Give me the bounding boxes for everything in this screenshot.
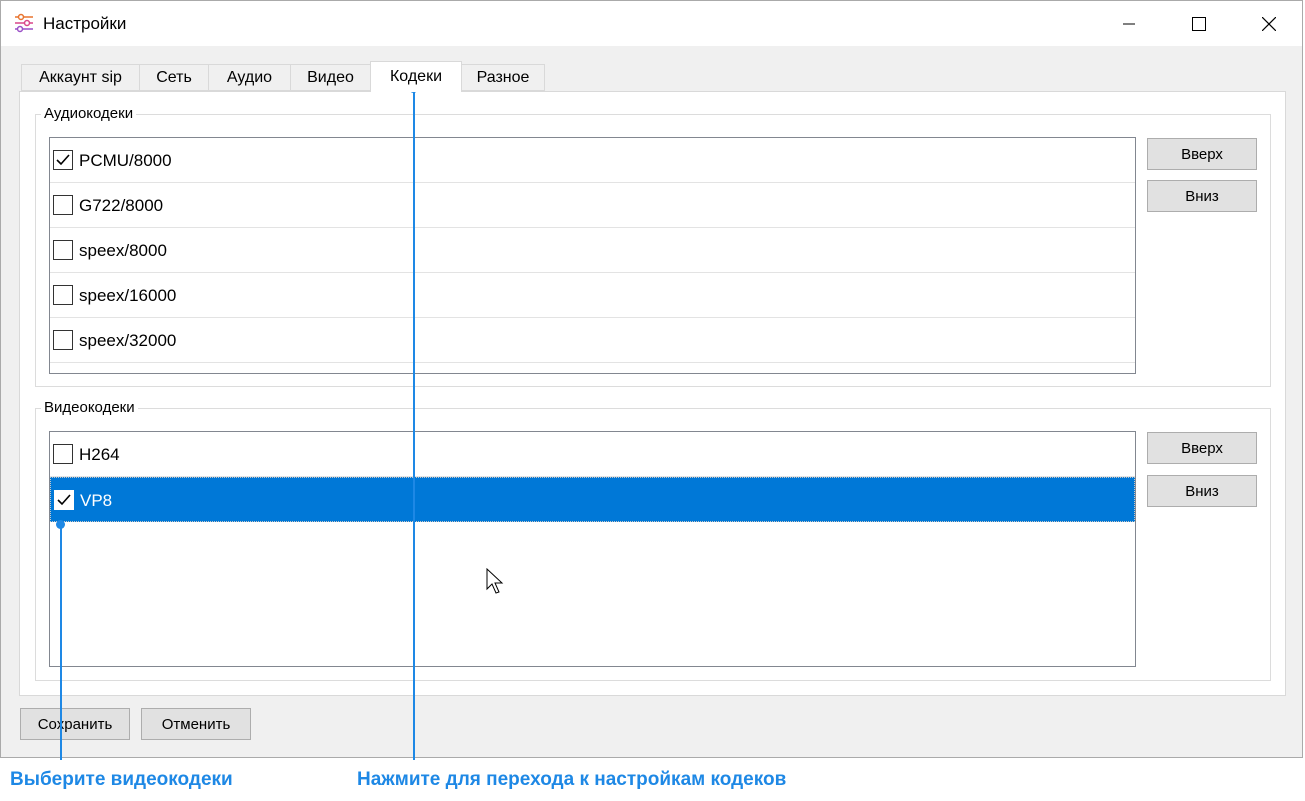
audio-codec-row[interactable]: speex/8000 — [50, 228, 1135, 273]
save-button[interactable]: Сохранить — [20, 708, 130, 740]
video-codec-row[interactable]: H264 — [50, 432, 1135, 477]
audio-move-down-button[interactable]: Вниз — [1147, 180, 1257, 212]
audio-codec-label: speex/16000 — [79, 286, 177, 305]
tab-label: Кодеки — [389, 68, 443, 85]
tab-misc[interactable]: Разное — [461, 64, 545, 91]
minimize-button[interactable] — [1094, 1, 1164, 46]
tab-label: Видео — [307, 68, 354, 86]
audio-codecs-list[interactable]: PCMU/8000 G722/8000 speex/8000 speex/160… — [49, 137, 1136, 374]
title-bar: Настройки — [1, 1, 1302, 46]
audio-codec-checkbox[interactable] — [53, 330, 73, 350]
close-icon — [1262, 16, 1276, 31]
audio-codec-label: G722/8000 — [79, 196, 164, 215]
video-codec-checkbox[interactable] — [54, 490, 74, 510]
codecs-tab-hint: Нажмите для перехода к настройкам кодеко… — [357, 769, 787, 790]
checkmark-icon — [56, 154, 70, 166]
video-codecs-group-label: Видеокодеки — [41, 399, 138, 416]
video-codec-label: VP8 — [80, 491, 113, 510]
settings-sliders-icon — [13, 12, 35, 34]
tab-network[interactable]: Сеть — [139, 64, 209, 91]
audio-codec-label: PCMU/8000 — [79, 151, 172, 170]
audio-codecs-group-label: Аудиокодеки — [41, 105, 137, 122]
video-codecs-list[interactable]: H264 VP8 — [49, 431, 1136, 667]
maximize-button[interactable] — [1164, 1, 1234, 46]
tab-codecs[interactable]: Кодеки — [370, 61, 462, 92]
settings-window: Настройки Аккаунт sip Сеть Аудио Видео К… — [0, 0, 1303, 758]
tab-sip-account[interactable]: Аккаунт sip — [21, 64, 140, 91]
maximize-icon — [1192, 16, 1206, 31]
audio-codec-row[interactable]: G722/8000 — [50, 183, 1135, 228]
audio-codec-checkbox[interactable] — [53, 240, 73, 260]
tab-label: Аккаунт sip — [39, 68, 122, 86]
tab-audio[interactable]: Аудио — [208, 64, 291, 91]
audio-codec-row[interactable]: speex/16000 — [50, 273, 1135, 318]
checkmark-icon — [57, 494, 71, 506]
tab-callout-line — [413, 88, 415, 760]
audio-codec-row[interactable]: speex/32000 — [50, 318, 1135, 363]
audio-codec-row[interactable]: PCMU/8000 — [50, 138, 1135, 183]
audio-codec-checkbox[interactable] — [53, 195, 73, 215]
video-codec-checkbox[interactable] — [53, 444, 73, 464]
video-move-down-button[interactable]: Вниз — [1147, 475, 1257, 507]
tab-label: Сеть — [156, 68, 192, 86]
video-move-up-button[interactable]: Вверх — [1147, 432, 1257, 464]
close-button[interactable] — [1234, 1, 1304, 46]
video-codecs-hint: Выберите видеокодеки — [10, 769, 233, 790]
audio-codec-checkbox[interactable] — [53, 150, 73, 170]
tab-label: Аудио — [226, 68, 273, 86]
mouse-cursor-icon — [486, 568, 504, 594]
video-codec-row-selected[interactable]: VP8 — [50, 477, 1135, 522]
tab-video[interactable]: Видео — [290, 64, 371, 91]
codecs-tab-panel: Аудиокодеки PCMU/8000 G722/8000 speex/80… — [19, 91, 1286, 696]
window-title: Настройки — [43, 14, 127, 33]
audio-codec-checkbox[interactable] — [53, 285, 73, 305]
tab-label: Разное — [476, 68, 530, 86]
audio-codec-label: speex/8000 — [79, 241, 167, 260]
audio-move-up-button[interactable]: Вверх — [1147, 138, 1257, 170]
minimize-icon — [1123, 23, 1135, 24]
audio-codec-label: speex/32000 — [79, 331, 177, 350]
cancel-button[interactable]: Отменить — [141, 708, 251, 740]
video-codec-label: H264 — [79, 445, 120, 464]
video-callout-line — [60, 524, 62, 760]
